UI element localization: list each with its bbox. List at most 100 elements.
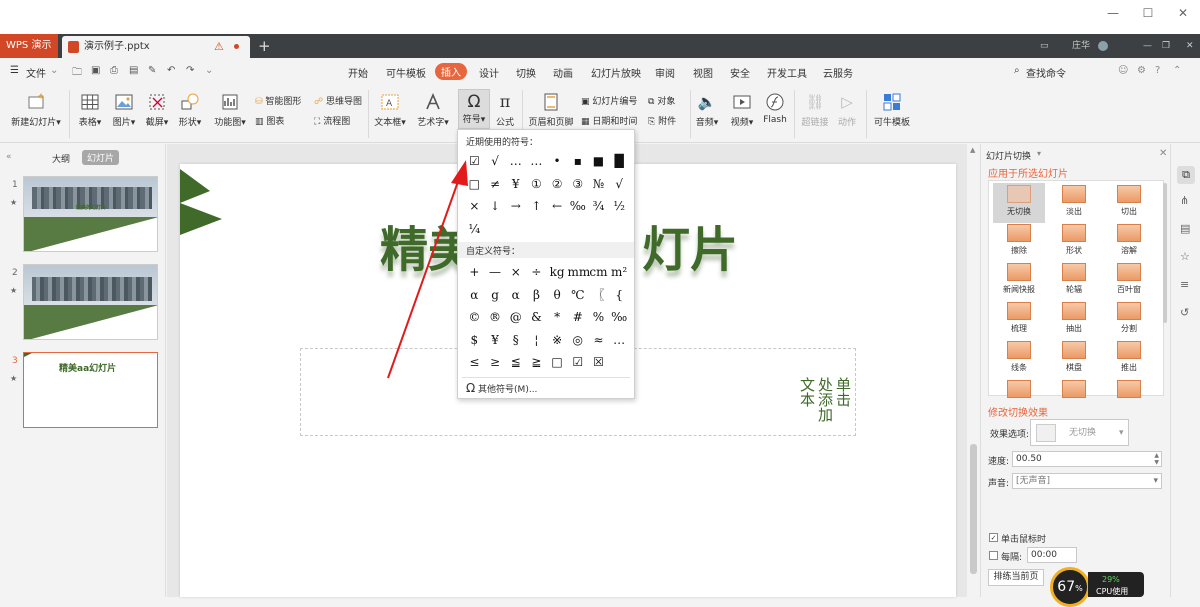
transition-option[interactable]: 轮辐 bbox=[1048, 261, 1100, 301]
gallery-scrollbar[interactable] bbox=[1163, 183, 1167, 323]
art-text-button[interactable]: 艺术字▾ bbox=[414, 92, 452, 128]
flash-button[interactable]: Flash bbox=[762, 92, 788, 125]
custom-symbol[interactable]: m² bbox=[609, 261, 630, 283]
vertical-scrollbar[interactable]: ▲ bbox=[967, 144, 980, 597]
transition-option[interactable]: 切出 bbox=[1103, 183, 1155, 223]
transition-option[interactable]: 推出 bbox=[1103, 339, 1155, 379]
menu-insert[interactable]: 插入 bbox=[435, 63, 467, 80]
on-click-checkbox[interactable]: ✓ bbox=[989, 533, 998, 542]
scrollbar-thumb[interactable] bbox=[970, 444, 977, 574]
slide-title-right[interactable]: 灯片 bbox=[642, 210, 738, 280]
menu-developer[interactable]: 开发工具 bbox=[767, 65, 807, 80]
transition-option[interactable]: 棋盘 bbox=[1048, 339, 1100, 379]
open-icon[interactable]: 🗀 bbox=[72, 65, 82, 82]
recent-symbol[interactable]: № bbox=[588, 173, 609, 195]
action-button[interactable]: ▷ 动作 bbox=[834, 92, 860, 128]
custom-symbol[interactable]: 〖 bbox=[588, 284, 609, 306]
recent-symbol[interactable]: … bbox=[505, 150, 526, 172]
kaniu-template-button[interactable]: 可牛模板 bbox=[870, 92, 914, 128]
custom-symbol[interactable]: β bbox=[526, 284, 547, 306]
custom-symbol[interactable]: ℃ bbox=[567, 284, 588, 306]
custom-symbol[interactable]: ≦ bbox=[505, 351, 526, 373]
custom-symbol[interactable]: cm bbox=[588, 261, 609, 283]
restore-icon[interactable]: ❐ bbox=[1162, 34, 1170, 58]
menu-animation[interactable]: 动画 bbox=[553, 65, 573, 80]
tab-wps-app[interactable]: WPS 演示 bbox=[0, 34, 58, 58]
feedback-icon[interactable]: ☺ bbox=[1118, 65, 1128, 76]
collapse-ribbon-icon[interactable]: ⌃ bbox=[1173, 65, 1181, 76]
custom-symbol[interactable]: @ bbox=[505, 306, 526, 328]
transition-option[interactable]: 新闻快报 bbox=[993, 261, 1045, 301]
custom-symbol[interactable]: ◎ bbox=[567, 329, 588, 351]
custom-symbol[interactable]: kg bbox=[547, 261, 568, 283]
history-icon[interactable]: ↺ bbox=[1180, 306, 1189, 319]
transition-option[interactable]: 分割 bbox=[1103, 300, 1155, 340]
slide-number-button[interactable]: ▣ 幻灯片编号 bbox=[581, 94, 637, 107]
print-preview-icon[interactable]: ▤ bbox=[129, 65, 138, 76]
custom-symbol[interactable]: ÷ bbox=[526, 261, 547, 283]
settings-gear-icon[interactable]: ⚙ bbox=[1137, 65, 1146, 76]
flowchart-button[interactable]: ⛶ 流程图 bbox=[314, 114, 350, 127]
close-doc-icon[interactable]: ✕ bbox=[1186, 34, 1194, 58]
menu-kaniu-template[interactable]: 可牛模板 bbox=[386, 65, 426, 80]
custom-symbol[interactable]: ☒ bbox=[588, 351, 609, 373]
save-icon[interactable]: ▣ bbox=[91, 65, 100, 76]
collapse-panel-icon[interactable]: « bbox=[6, 152, 12, 162]
transition-option[interactable]: 线条 bbox=[993, 339, 1045, 379]
menu-review[interactable]: 审阅 bbox=[655, 65, 675, 80]
formula-button[interactable]: π 公式 bbox=[492, 92, 518, 128]
minimize-icon[interactable]: — bbox=[1106, 6, 1120, 20]
transition-option[interactable]: 形状 bbox=[1048, 222, 1100, 262]
recent-symbol[interactable]: ■ bbox=[588, 150, 609, 172]
object-button[interactable]: ⧉ 对象 bbox=[648, 94, 675, 107]
print-icon[interactable]: ⎙ bbox=[110, 65, 118, 76]
auto-advance-checkbox[interactable] bbox=[989, 551, 998, 560]
chevron-down-icon[interactable]: ⌄ bbox=[50, 65, 58, 76]
recent-symbol[interactable]: ¾ bbox=[588, 195, 609, 217]
recent-symbol[interactable]: ‰ bbox=[567, 195, 588, 217]
menu-cloud[interactable]: 云服务 bbox=[823, 65, 853, 80]
recent-symbol[interactable]: ③ bbox=[567, 173, 588, 195]
close-panel-icon[interactable]: ✕ bbox=[1159, 148, 1167, 159]
animation-icon[interactable]: ☆ bbox=[1180, 250, 1190, 263]
table-button[interactable]: 表格▾ bbox=[76, 92, 104, 128]
avatar[interactable] bbox=[1098, 41, 1108, 51]
undo-icon[interactable]: ↶ bbox=[167, 65, 175, 76]
window-mode-icon[interactable]: ▭ bbox=[1040, 34, 1049, 58]
sound-select[interactable]: [无声音] ▾ bbox=[1012, 473, 1162, 489]
audio-button[interactable]: 🔈 音频▾ bbox=[694, 92, 720, 128]
transition-option[interactable]: 淡出 bbox=[1048, 183, 1100, 223]
recent-symbol[interactable]: ← bbox=[547, 195, 568, 217]
menu-file[interactable]: 文件 bbox=[26, 65, 46, 80]
mind-map-button[interactable]: ☍ 思维导图 bbox=[314, 94, 362, 107]
menu-transition[interactable]: 切换 bbox=[516, 65, 536, 80]
cpu-gauge[interactable]: 67% bbox=[1050, 567, 1090, 607]
date-time-button[interactable]: ▦ 日期和时间 bbox=[581, 114, 637, 127]
clipboard-icon[interactable]: ▤ bbox=[1180, 222, 1190, 235]
minimize-ribbon-icon[interactable]: — bbox=[1143, 34, 1152, 58]
menu-security[interactable]: 安全 bbox=[730, 65, 750, 80]
custom-symbol[interactable]: § bbox=[505, 329, 526, 351]
close-icon[interactable]: ✕ bbox=[1176, 6, 1190, 20]
scroll-up-icon[interactable]: ▲ bbox=[970, 146, 975, 154]
custom-symbol[interactable]: ≈ bbox=[588, 329, 609, 351]
transition-option[interactable] bbox=[1103, 378, 1155, 418]
new-slide-button[interactable]: 新建幻灯片▾ bbox=[8, 92, 64, 128]
recent-symbol[interactable]: ① bbox=[526, 173, 547, 195]
recent-symbol[interactable]: √ bbox=[609, 173, 630, 195]
recent-symbol[interactable]: ½ bbox=[609, 195, 630, 217]
search-command[interactable]: 查找命令 bbox=[1026, 65, 1066, 80]
slide-thumbnail-1[interactable]: 精美的幻灯片 bbox=[23, 176, 158, 252]
custom-symbol[interactable]: mm bbox=[567, 261, 590, 283]
tab-document[interactable]: 演示例子.pptx ⚠ bbox=[62, 36, 250, 58]
transition-option[interactable]: 百叶窗 bbox=[1103, 261, 1155, 301]
help-icon[interactable]: ? bbox=[1155, 65, 1160, 76]
custom-symbol[interactable]: ☑ bbox=[567, 351, 588, 373]
redo-icon[interactable]: ↷ bbox=[186, 65, 194, 76]
recent-symbol[interactable]: ▪ bbox=[567, 150, 588, 172]
custom-symbol[interactable]: … bbox=[609, 329, 630, 351]
spinner-icon[interactable]: ▲ ▼ bbox=[1154, 452, 1159, 466]
effect-options-select[interactable]: 无切换 ▾ bbox=[1030, 419, 1129, 446]
smart-shape-button[interactable]: ⛁ 智能图形 bbox=[255, 94, 301, 107]
recent-symbol[interactable]: █ bbox=[609, 150, 630, 172]
